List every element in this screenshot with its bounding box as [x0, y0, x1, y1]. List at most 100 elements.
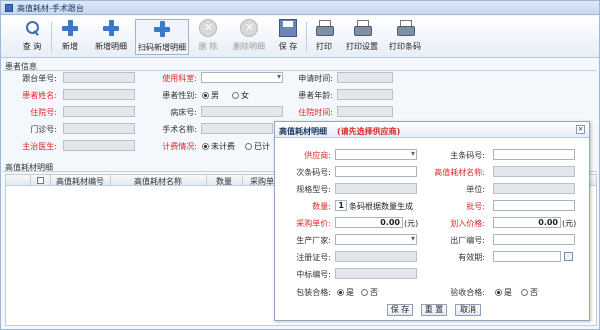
inspect-no-radio[interactable]: 否 — [521, 287, 538, 298]
transfer-price-field[interactable]: 0.00 — [493, 217, 561, 228]
manufacturer-select[interactable] — [335, 234, 417, 245]
printer-icon — [396, 19, 415, 37]
add-button[interactable]: 新增 — [53, 19, 87, 55]
sub-barcode-field[interactable] — [335, 166, 417, 177]
surgery-name-field[interactable] — [201, 123, 273, 134]
purchase-price-field[interactable]: 0.00 — [335, 217, 403, 228]
calendar-icon[interactable] — [564, 252, 573, 261]
factory-no-label: 出厂编号: — [450, 236, 485, 245]
transfer-price-label: 划入价格: — [450, 219, 485, 228]
dialog-cancel-button[interactable]: 取消 — [455, 304, 481, 316]
printer-icon — [315, 19, 334, 37]
purchase-price-label: 采购单价: — [296, 219, 331, 228]
department-select[interactable] — [201, 72, 283, 83]
package-no-radio[interactable]: 否 — [361, 287, 378, 298]
delete-icon — [240, 19, 258, 37]
delete-detail-button[interactable]: 删除明细 — [227, 19, 271, 55]
outpatient-no-label: 门诊号: — [30, 125, 57, 134]
sub-barcode-label: 次条码号: — [296, 168, 331, 177]
quantity-note: 条码根据数量生成 — [349, 202, 413, 211]
attending-doctor-label: 主治医生: — [22, 142, 57, 151]
patient-age-label: 患者年龄: — [298, 91, 333, 100]
gender-label: 患者性别: — [162, 91, 197, 100]
unit-field[interactable] — [493, 183, 575, 194]
reg-cert-field[interactable] — [335, 251, 417, 262]
package-ok-label: 包装合格: — [296, 288, 331, 297]
outpatient-no-field[interactable] — [63, 123, 135, 134]
main-barcode-label: 主条码号: — [450, 151, 485, 160]
print-settings-button[interactable]: 打印设置 — [342, 19, 382, 55]
bid-no-label: 中标编号: — [296, 270, 331, 279]
inpatient-no-label: 住院号: — [30, 108, 57, 117]
batch-no-field[interactable] — [493, 200, 575, 211]
gender-male-radio[interactable]: 男 — [202, 90, 219, 101]
package-yes-radio[interactable]: 是 — [337, 287, 354, 298]
admission-time-label: 住院时间: — [298, 108, 333, 117]
search-icon — [23, 19, 41, 37]
dialog-title: 高值耗材明细 — [279, 127, 327, 136]
select-all-checkbox[interactable] — [37, 177, 44, 184]
dialog-title-bar: 高值耗材明细 (请先选择供应商) × — [275, 122, 589, 138]
detail-dialog: 高值耗材明细 (请先选择供应商) × 供应商: 主条码号: 次条码号: 高值耗材… — [274, 121, 590, 321]
billing-done-radio[interactable]: 已计 — [245, 141, 270, 152]
attending-doctor-field[interactable] — [63, 140, 135, 151]
billing-label: 计费情况: — [162, 142, 197, 151]
order-no-label: 跟台单号: — [22, 74, 57, 83]
supplier-select[interactable] — [335, 149, 417, 160]
spec-field[interactable] — [335, 183, 417, 194]
close-icon[interactable]: × — [576, 125, 585, 134]
print-barcode-button[interactable]: 打印条码 — [385, 19, 425, 55]
reg-cert-label: 注册证号: — [296, 253, 331, 262]
apply-time-label: 申请时间: — [298, 74, 333, 83]
patient-age-field[interactable] — [337, 89, 393, 100]
bed-no-field[interactable] — [201, 106, 283, 117]
gender-female-radio[interactable]: 女 — [232, 90, 249, 101]
main-barcode-field[interactable] — [493, 149, 575, 160]
title-bar: 高值耗材-手术跟台 — [1, 1, 599, 15]
delete-button[interactable]: 删 除 — [191, 19, 225, 55]
factory-no-field[interactable] — [493, 234, 575, 245]
apply-time-field[interactable] — [337, 72, 393, 83]
supplier-label: 供应商: — [304, 151, 331, 160]
quantity-field[interactable]: 1 — [335, 200, 347, 211]
delete-icon — [199, 19, 217, 37]
manufacturer-label: 生产厂家: — [296, 236, 331, 245]
plus-icon — [61, 19, 79, 37]
window-title: 高值耗材-手术跟台 — [17, 4, 84, 13]
save-button[interactable]: 保 存 — [273, 19, 303, 55]
unit-label: 单位: — [466, 185, 485, 194]
batch-no-label: 批号: — [466, 202, 485, 211]
add-detail-button[interactable]: 新增明细 — [89, 19, 133, 55]
order-no-field[interactable] — [63, 72, 135, 83]
department-label: 使用科室: — [162, 74, 197, 83]
dialog-hint: (请先选择供应商) — [337, 127, 401, 136]
inpatient-no-field[interactable] — [63, 106, 135, 117]
spec-label: 规格型号: — [296, 185, 331, 194]
purchase-price-unit: (元) — [404, 219, 419, 228]
main-window: 高值耗材-手术跟台 查 询 新增 新增明细 扫码新增明细 删 除 删除明细 — [0, 0, 600, 330]
printer-icon — [353, 19, 372, 37]
toolbar: 查 询 新增 新增明细 扫码新增明细 删 除 删除明细 保 存 — [1, 16, 599, 58]
admission-time-field[interactable] — [337, 106, 393, 117]
inspect-yes-radio[interactable]: 是 — [495, 287, 512, 298]
query-button[interactable]: 查 询 — [15, 19, 49, 55]
app-icon — [5, 4, 13, 12]
plus-icon — [153, 20, 171, 38]
transfer-price-unit: (元) — [562, 219, 577, 228]
scan-add-detail-button[interactable]: 扫码新增明细 — [135, 19, 189, 55]
dialog-reset-button[interactable]: 重 置 — [421, 304, 447, 316]
bed-no-label: 病床号: — [170, 108, 197, 117]
print-button[interactable]: 打印 — [309, 19, 339, 55]
inspect-ok-label: 验收合格: — [450, 288, 485, 297]
patient-name-field[interactable] — [63, 89, 135, 100]
billing-not-radio[interactable]: 未计费 — [202, 141, 235, 152]
item-name-label: 高值耗材名称: — [434, 168, 485, 177]
floppy-disk-icon — [279, 19, 297, 37]
dialog-save-button[interactable]: 保 存 — [387, 304, 413, 316]
item-name-field[interactable] — [493, 166, 575, 177]
plus-icon — [102, 19, 120, 37]
quantity-label: 数量: — [312, 202, 331, 211]
bid-no-field[interactable] — [335, 268, 417, 279]
expiry-label: 有效期: — [458, 253, 485, 262]
expiry-field[interactable] — [493, 251, 561, 262]
